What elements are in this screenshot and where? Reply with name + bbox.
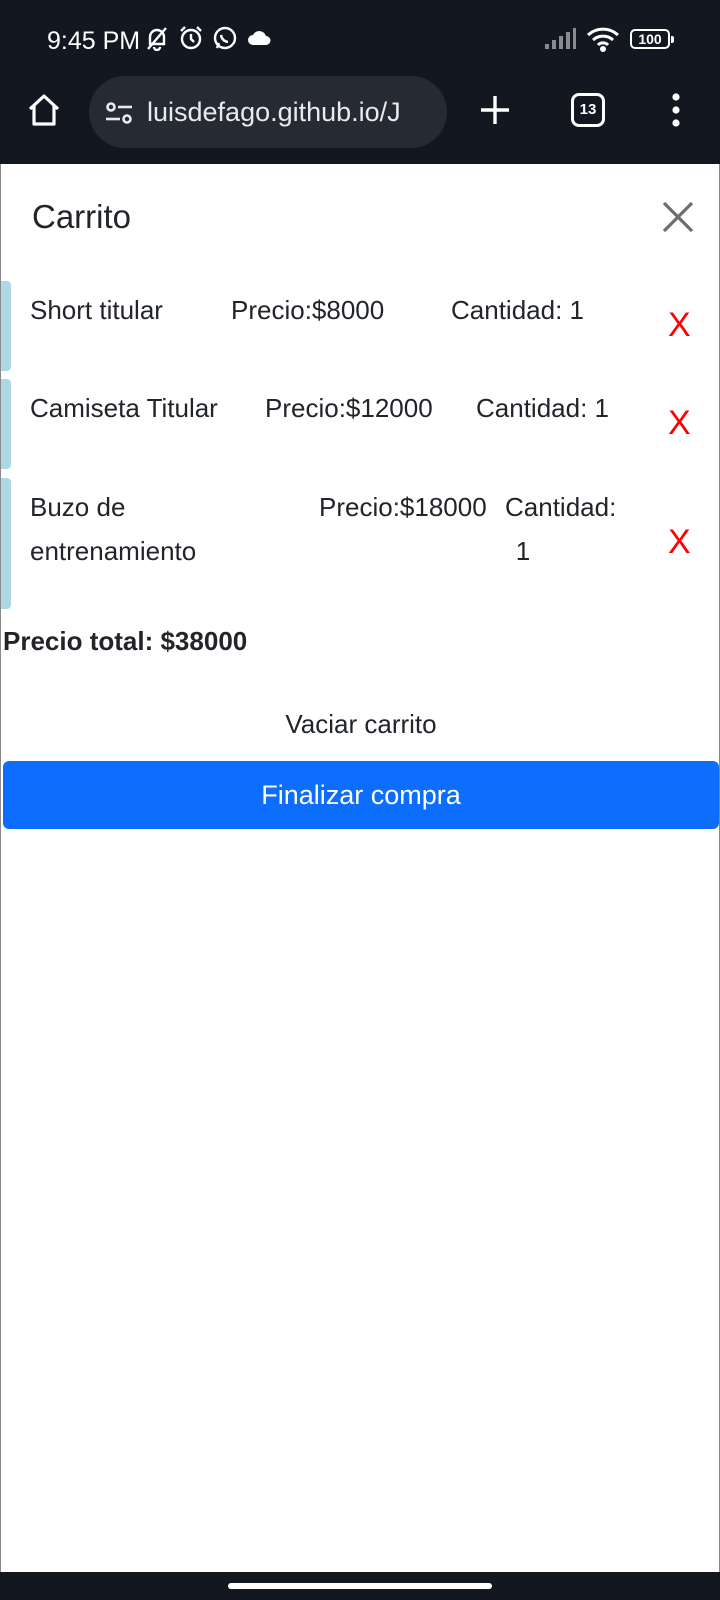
tab-switcher-button[interactable]: 13 [571, 93, 605, 127]
home-icon[interactable] [26, 92, 62, 128]
close-icon[interactable] [661, 200, 695, 234]
item-name: Buzo de [30, 492, 126, 522]
cart-item: Camiseta Titular Precio:$12000 Cantidad:… [1, 379, 720, 469]
total-price: Precio total: $38000 [3, 626, 248, 656]
item-price: Precio:$12000 [265, 393, 433, 423]
cart-modal: Carrito Short titular Precio:$8000 Canti… [0, 164, 720, 1572]
remove-item-button[interactable]: X [668, 522, 691, 562]
item-price: Precio:$8000 [231, 295, 385, 325]
whatsapp-icon [212, 25, 238, 51]
battery-icon: 100 [630, 29, 674, 49]
system-icons: 100 [544, 26, 674, 52]
item-accent-bar [1, 478, 11, 609]
item-price: Precio:$18000 [319, 492, 487, 522]
site-settings-icon[interactable] [105, 102, 133, 129]
item-name: Short titular [30, 295, 163, 325]
item-quantity: Cantidad: 1 [476, 393, 609, 423]
empty-cart-button[interactable]: Vaciar carrito [1, 702, 720, 746]
item-name-continued: entrenamiento [30, 536, 197, 566]
notification-icons [144, 25, 272, 51]
item-quantity: Cantidad: 1 [451, 295, 584, 325]
signal-icon [544, 28, 576, 50]
url-text[interactable]: luisdefago.github.io/J [147, 96, 437, 128]
bell-off-icon [144, 25, 170, 51]
item-quantity: Cantidad: [505, 492, 617, 522]
item-name: Camiseta Titular [30, 393, 218, 423]
modal-title: Carrito [32, 198, 132, 235]
cart-item: Buzo de entrenamiento Precio:$18000 Cant… [1, 478, 720, 609]
item-accent-bar [1, 281, 11, 371]
item-quantity-value: 1 [515, 536, 531, 566]
remove-item-button[interactable]: X [668, 403, 691, 443]
system-nav-bar [0, 1572, 720, 1600]
address-bar[interactable]: luisdefago.github.io/J [89, 76, 447, 148]
more-menu-icon[interactable] [666, 92, 686, 128]
browser-toolbar: luisdefago.github.io/J 13 [0, 76, 720, 164]
status-time: 9:45 PM [47, 27, 141, 55]
status-bar: 9:45 PM 100 [0, 0, 720, 76]
new-tab-icon[interactable] [478, 93, 512, 127]
checkout-button[interactable]: Finalizar compra [3, 761, 719, 829]
remove-item-button[interactable]: X [668, 305, 691, 345]
wifi-icon [586, 26, 620, 52]
item-accent-bar [1, 379, 11, 469]
alarm-icon [178, 25, 204, 51]
cloud-icon [246, 25, 272, 51]
cart-item: Short titular Precio:$8000 Cantidad: 1 X [1, 281, 720, 371]
home-indicator[interactable] [228, 1583, 492, 1589]
